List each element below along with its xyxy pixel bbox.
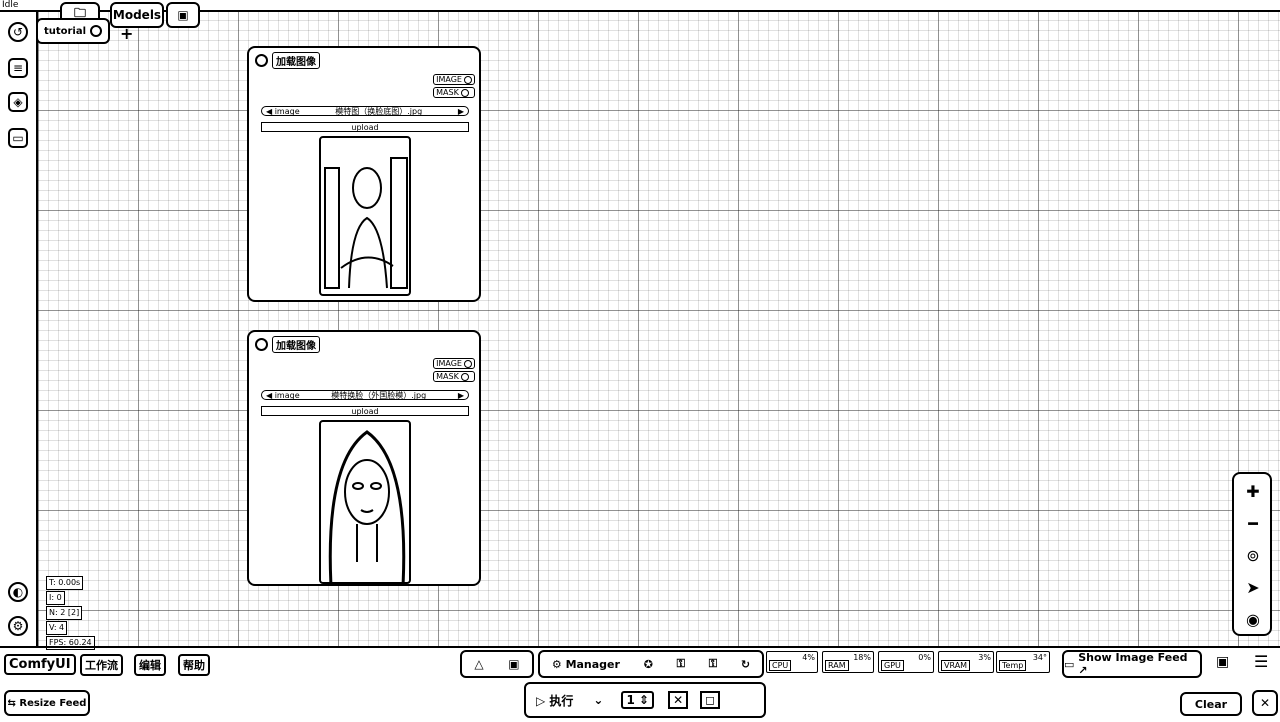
preview-image <box>319 136 411 296</box>
canvas-stats: T: 0.00s I: 0 N: 2 [2] V: 4 FPS: 60.24 <box>46 576 95 651</box>
triangle-icon[interactable]: △ <box>474 657 483 671</box>
zoom-out-icon[interactable]: ━ <box>1242 512 1264 534</box>
chevron-down-icon[interactable]: ⌄ <box>593 693 603 707</box>
upload-button[interactable]: upload <box>261 122 469 132</box>
pointer-icon[interactable]: ➤ <box>1242 576 1264 598</box>
manager-group: ⚙ Manager ✪ ⚿ ⚿ ↻ <box>538 650 764 678</box>
status-text: Idle <box>2 0 19 10</box>
models-tab[interactable]: Models <box>110 2 164 28</box>
menubar-border <box>0 646 1280 648</box>
stat-line: V: 4 <box>46 621 68 635</box>
stat-line: I: 0 <box>46 591 65 605</box>
ram-monitor: RAM 18% <box>822 651 874 673</box>
clear-button[interactable]: Clear <box>1180 692 1242 716</box>
load-image-node-2[interactable]: 加载图像 IMAGE MASK ◀ image 模特换脸（外国脸模）.jpg ▶… <box>247 330 481 586</box>
history-icon[interactable]: ↺ <box>8 22 28 42</box>
menu-workflow[interactable]: 工作流 <box>80 654 123 676</box>
collapse-dot-icon[interactable] <box>255 54 268 67</box>
lock-icon[interactable]: ⚿ <box>677 657 685 671</box>
theme-icon[interactable]: ◐ <box>8 582 28 602</box>
graph-canvas[interactable] <box>38 10 1280 646</box>
workflow-tab[interactable]: tutorial <box>36 18 110 44</box>
show-image-feed-label: Show Image Feed ↗ <box>1078 651 1188 677</box>
left-sidebar: ↺ ≡ ◈ ▭ ◐ ⚙ <box>0 12 38 646</box>
close-icon[interactable] <box>90 25 103 37</box>
stat-line: T: 0.00s <box>46 576 84 590</box>
show-image-feed-button[interactable]: ▭ Show Image Feed ↗ <box>1062 650 1202 678</box>
stat-line: N: 2 [2] <box>46 606 83 620</box>
image-combo[interactable]: ◀ image 模特图（换脸底图）.jpg ▶ <box>261 106 469 116</box>
run-toolbar: ▷ 执行 ⌄ 1 ⇕ ✕ ◻ <box>524 682 766 718</box>
fit-icon[interactable]: ⊚ <box>1242 544 1264 566</box>
manager-button[interactable]: ⚙ Manager <box>552 658 620 671</box>
image-combo[interactable]: ◀ image 模特换脸（外国脸模）.jpg ▶ <box>261 390 469 400</box>
new-tab-icon[interactable]: + <box>120 24 133 43</box>
upload-button[interactable]: upload <box>261 406 469 416</box>
zoom-controls: ✚ ━ ⊚ ➤ ◉ <box>1232 472 1272 636</box>
star-icon[interactable]: ✪ <box>644 658 653 671</box>
resize-feed-button[interactable]: ⇆ Resize Feed <box>4 690 90 716</box>
refresh-icon[interactable]: ↻ <box>741 658 750 671</box>
output-mask[interactable]: MASK <box>433 87 475 98</box>
menu-help[interactable]: 帮助 <box>178 654 210 676</box>
zoom-in-icon[interactable]: ✚ <box>1242 480 1264 502</box>
comfyui-logo[interactable]: ComfyUI <box>4 654 76 675</box>
image-feed-icon: ▭ <box>1064 657 1079 671</box>
folder-icon[interactable]: ▭ <box>8 128 28 148</box>
output-image[interactable]: IMAGE <box>433 74 475 85</box>
load-image-node-1[interactable]: 加载图像 IMAGE MASK ◀ image 模特图（换脸底图）.jpg ▶ … <box>247 46 481 302</box>
workflow-tab-label: tutorial <box>43 25 87 37</box>
panel-toggle-button[interactable]: ▣ <box>166 2 200 28</box>
tool-group: △ ▣ <box>460 650 534 678</box>
node-title-text: 加载图像 <box>272 336 320 353</box>
cancel-icon[interactable]: ✕ <box>668 691 689 709</box>
panel-icon: ▣ <box>177 8 189 22</box>
run-button[interactable]: ▷ 执行 <box>536 692 573 709</box>
output-image[interactable]: IMAGE <box>433 358 475 369</box>
collapse-dot-icon[interactable] <box>255 338 268 351</box>
panel-icon[interactable]: ▣ <box>1216 654 1229 670</box>
menu-icon[interactable]: ☰ <box>1254 652 1268 671</box>
node-outputs: IMAGE MASK <box>433 358 475 384</box>
preview-image <box>319 420 411 584</box>
cpu-monitor: CPU 4% <box>766 651 818 673</box>
batch-count-stepper[interactable]: 1 ⇕ <box>621 691 655 709</box>
vram-monitor: VRAM 3% <box>938 651 994 673</box>
settings-icon[interactable]: ⚙ <box>8 616 28 636</box>
node-outputs: IMAGE MASK <box>433 74 475 100</box>
resize-icon: ⇆ <box>7 697 20 709</box>
queue-icon[interactable]: ≡ <box>8 58 28 78</box>
cube-icon[interactable]: ◈ <box>8 92 28 112</box>
close-icon[interactable]: ✕ <box>1252 690 1278 716</box>
node-title-text: 加载图像 <box>272 52 320 69</box>
node-title: 加载图像 <box>255 336 320 353</box>
menu-edit[interactable]: 编辑 <box>134 654 166 676</box>
gpu-monitor: GPU 0% <box>878 651 934 673</box>
lock-open-icon[interactable]: ⚿ <box>709 657 717 671</box>
square-icon[interactable]: ▣ <box>508 657 519 671</box>
output-mask[interactable]: MASK <box>433 371 475 382</box>
stop-icon[interactable]: ◻ <box>700 691 721 709</box>
temp-monitor: Temp 34° <box>996 651 1050 673</box>
node-title: 加载图像 <box>255 52 320 69</box>
eye-icon[interactable]: ◉ <box>1242 608 1264 630</box>
